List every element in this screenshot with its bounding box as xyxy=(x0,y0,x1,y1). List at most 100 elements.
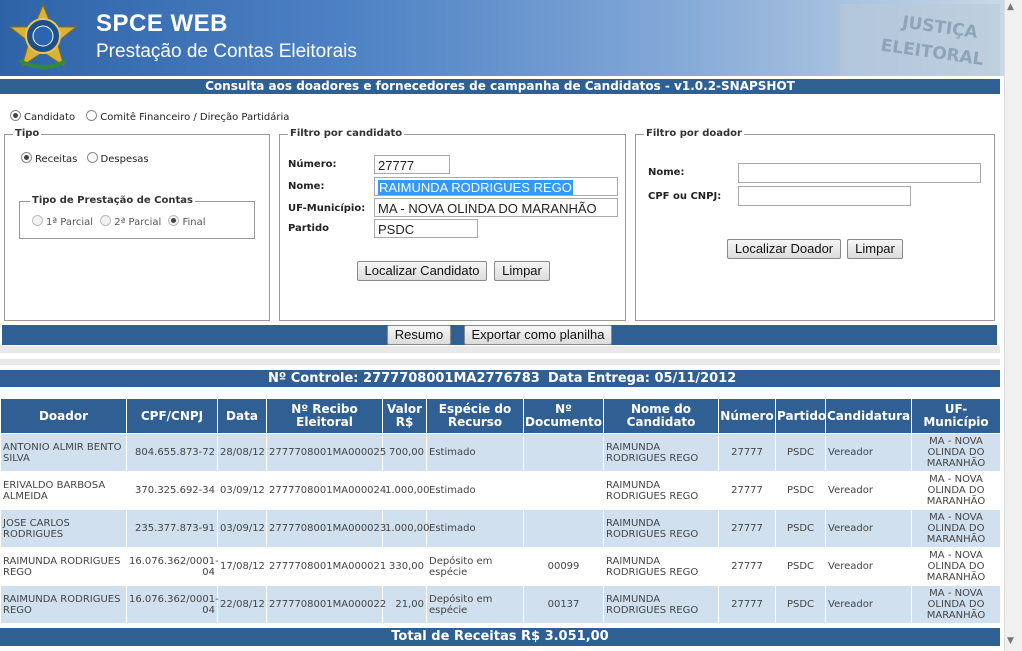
justica-eleitoral-watermark: JUSTIÇA ELEITORAL xyxy=(840,4,1000,76)
cell-uf-municipio: MA - NOVA OLINDA DO MARANHÃO xyxy=(911,509,1001,548)
cell-uf-municipio: MA - NOVA OLINDA DO MARANHÃO xyxy=(911,547,1001,586)
scroll-down-arrow-icon[interactable]: ▼ xyxy=(1007,636,1014,646)
cell-recibo: 2777708001MA000022 xyxy=(266,585,386,624)
radio-receitas[interactable] xyxy=(21,152,32,163)
scope-radio-group: Candidato Comitê Financeiro / Direção Pa… xyxy=(10,110,297,123)
radio-parcial-1-label: 1ª Parcial xyxy=(46,217,94,228)
cell-cpf-cnpj: 16.076.362/0001-04 xyxy=(126,585,219,624)
doador-nome-input[interactable] xyxy=(738,163,981,183)
controle-bar: Nº Controle: 2777708001MA2776783 Data En… xyxy=(0,370,1000,387)
brasil-coat-of-arms-icon xyxy=(8,3,78,69)
limpar-candidato-button[interactable]: Limpar xyxy=(494,261,550,281)
cell-data: 22/08/12 xyxy=(217,585,267,624)
numero-controle-text: Nº Controle: 2777708001MA2776783 xyxy=(268,371,540,386)
app-subtitle: Prestação de Contas Eleitorais xyxy=(96,41,357,62)
table-row[interactable]: RAIMUNDA RODRIGUES REGO 16.076.362/0001-0… xyxy=(0,585,1001,624)
scroll-up-arrow-icon[interactable]: ▲ xyxy=(1007,2,1014,12)
header-banner: SPCE WEB Prestação de Contas Eleitorais … xyxy=(0,0,1004,76)
cell-partido: PSDC xyxy=(775,471,826,510)
cell-data: 03/09/12 xyxy=(217,509,267,548)
col-documento[interactable]: Nº Documento xyxy=(523,398,604,434)
cpf-cnpj-label: CPF ou CNPJ: xyxy=(648,191,722,202)
cell-nome-candidato: RAIMUNDA RODRIGUES REGO xyxy=(603,585,719,624)
radio-candidato-label: Candidato xyxy=(24,112,76,123)
radio-receitas-label: Receitas xyxy=(35,154,78,165)
cell-nome-candidato: RAIMUNDA RODRIGUES REGO xyxy=(603,509,719,548)
cell-cpf-cnpj: 235.377.873-91 xyxy=(126,509,218,548)
cell-especie: Estimado xyxy=(426,433,524,472)
cell-especie: Depósito em espécie xyxy=(426,547,524,586)
cell-documento xyxy=(523,509,604,548)
col-numero[interactable]: Número xyxy=(718,398,776,434)
cell-especie: Estimado xyxy=(426,509,524,548)
col-especie[interactable]: Espécie do Recurso xyxy=(426,398,524,434)
filtro-doador-fieldset: Filtro por doador Nome: CPF ou CNPJ: Loc… xyxy=(635,128,995,321)
cpf-cnpj-input[interactable] xyxy=(738,186,911,206)
cell-uf-municipio: MA - NOVA OLINDA DO MARANHÃO xyxy=(911,471,1001,510)
col-valor[interactable]: Valor R$ xyxy=(382,398,427,434)
cell-documento: 00137 xyxy=(523,585,604,624)
cell-valor: 1.000,00 xyxy=(382,509,430,548)
resumo-button[interactable]: Resumo xyxy=(387,325,451,345)
radio-parcial-1[interactable] xyxy=(32,215,43,226)
table-row[interactable]: RAIMUNDA RODRIGUES REGO 16.076.362/0001-0… xyxy=(0,547,1001,586)
limpar-doador-button[interactable]: Limpar xyxy=(847,239,903,259)
cell-numero: 27777 xyxy=(718,433,776,472)
col-uf-municipio[interactable]: UF-Município xyxy=(911,398,1001,434)
cell-cpf-cnpj: 804.655.873-72 xyxy=(126,433,218,472)
cell-partido: PSDC xyxy=(775,509,826,548)
uf-municipio-input[interactable]: MA - NOVA OLINDA DO MARANHÃO xyxy=(374,198,618,217)
cell-recibo: 2777708001MA000021 xyxy=(266,547,386,586)
radio-despesas[interactable] xyxy=(86,152,98,163)
cell-documento: 00099 xyxy=(523,547,604,586)
filtro-doador-legend: Filtro por doador xyxy=(644,128,744,139)
radio-parcial-2-label: 2ª Parcial xyxy=(114,217,162,228)
col-data[interactable]: Data xyxy=(217,398,267,434)
nome-input[interactable]: RAIMUNDA RODRIGUES REGO xyxy=(374,177,618,196)
numero-input[interactable]: 27777 xyxy=(374,155,450,174)
cell-numero: 27777 xyxy=(718,585,776,624)
cell-valor: 1.000,00 xyxy=(382,471,430,510)
cell-doador: RAIMUNDA RODRIGUES REGO xyxy=(0,585,127,624)
cell-especie: Depósito em espécie xyxy=(426,585,524,624)
localizar-doador-button[interactable]: Localizar Doador xyxy=(727,239,841,259)
numero-label: Número: xyxy=(288,159,337,170)
cell-numero: 27777 xyxy=(718,471,776,510)
table-row[interactable]: JOSE CARLOS RODRIGUES 235.377.873-91 03/09… xyxy=(0,509,1001,548)
radio-candidato[interactable] xyxy=(10,110,21,121)
actions-bar-separator xyxy=(0,346,1000,353)
cell-valor: 21,00 xyxy=(382,585,427,624)
radio-parcial-2[interactable] xyxy=(100,215,112,226)
col-nome-candidato[interactable]: Nome do Candidato xyxy=(603,398,719,434)
radio-final[interactable] xyxy=(168,215,180,226)
filtro-candidato-legend: Filtro por candidato xyxy=(288,128,405,139)
exportar-planilha-button[interactable]: Exportar como planilha xyxy=(464,325,612,345)
partido-label: Partido xyxy=(288,223,329,234)
col-doador[interactable]: Doador xyxy=(0,398,127,434)
nome-input-selected-text: RAIMUNDA RODRIGUES REGO xyxy=(378,180,573,195)
table-row[interactable]: ERIVALDO BARBOSA ALMEIDA 370.325.692-34 03… xyxy=(0,471,1001,510)
nome-label: Nome: xyxy=(288,181,325,192)
cell-uf-municipio: MA - NOVA OLINDA DO MARANHÃO xyxy=(911,433,1001,472)
radio-comite[interactable] xyxy=(86,110,98,121)
page-scrollbar[interactable] xyxy=(1004,0,1022,651)
col-cpf-cnpj[interactable]: CPF/CNPJ xyxy=(126,398,218,434)
cell-cpf-cnpj: 16.076.362/0001-04 xyxy=(126,547,219,586)
cell-partido: PSDC xyxy=(775,433,826,472)
cell-recibo: 2777708001MA000023 xyxy=(266,509,386,548)
cell-candidatura: Vereador xyxy=(825,509,912,548)
cell-recibo: 2777708001MA000024 xyxy=(266,471,386,510)
cell-candidatura: Vereador xyxy=(825,547,912,586)
col-recibo[interactable]: Nº Recibo Eleitoral xyxy=(266,398,383,434)
col-candidatura[interactable]: Candidatura xyxy=(825,398,912,434)
table-row[interactable]: ANTONIO ALMIR BENTO SILVA 804.655.873-72 2… xyxy=(0,433,1001,472)
cell-cpf-cnpj: 370.325.692-34 xyxy=(126,471,218,510)
cell-especie: Estimado xyxy=(426,471,524,510)
partido-input[interactable]: PSDC xyxy=(374,219,478,238)
app-title: SPCE WEB xyxy=(96,10,229,37)
localizar-candidato-button[interactable]: Localizar Candidato xyxy=(357,261,487,281)
col-partido[interactable]: Partido xyxy=(775,398,826,434)
radio-comite-label: Comitê Financeiro / Direção Partidária xyxy=(100,112,290,123)
cell-numero: 27777 xyxy=(718,509,776,548)
cell-candidatura: Vereador xyxy=(825,433,912,472)
